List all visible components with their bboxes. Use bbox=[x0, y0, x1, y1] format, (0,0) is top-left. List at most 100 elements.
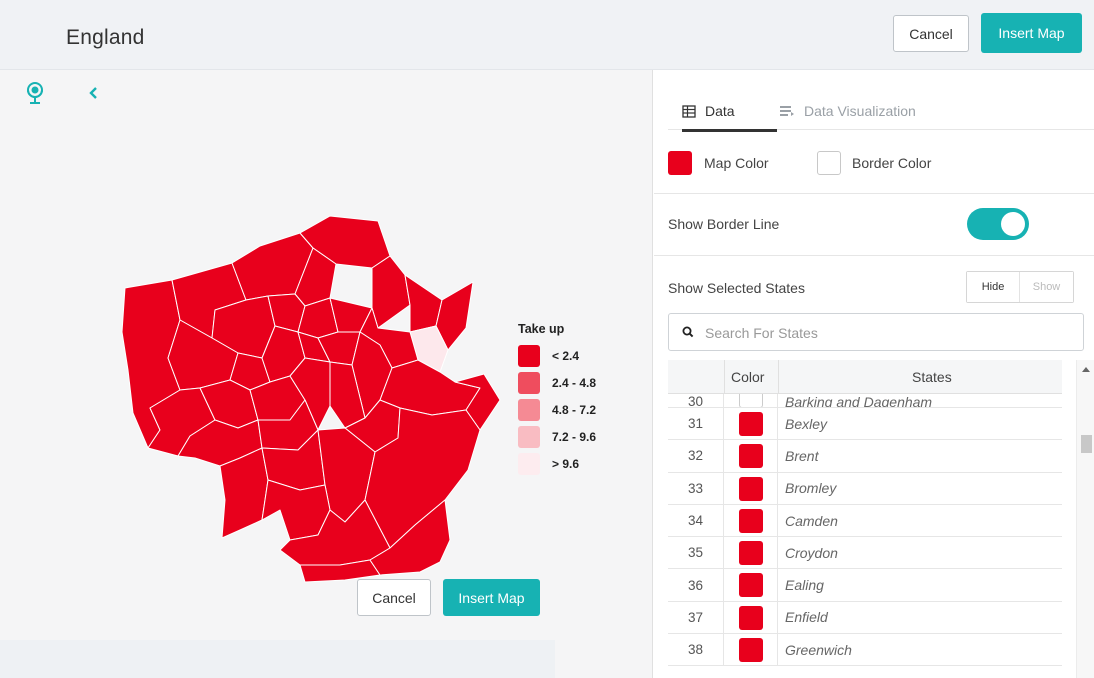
legend-swatch bbox=[518, 371, 540, 394]
border-line-row: Show Border Line bbox=[654, 194, 1094, 256]
color-cell bbox=[724, 504, 778, 537]
state-color-swatch[interactable] bbox=[739, 394, 763, 407]
row-number: 30 bbox=[668, 394, 724, 407]
table-row[interactable]: 37 Enfield bbox=[668, 601, 1062, 635]
hide-button[interactable]: Hide bbox=[967, 272, 1019, 302]
table-row[interactable]: 36 Ealing bbox=[668, 569, 1062, 602]
legend-item: > 9.6 bbox=[518, 450, 596, 477]
table-body: 30 Barking and Dagenham 31 Bexley 32 Brent 33 B… bbox=[668, 394, 1062, 667]
legend-title: Take up bbox=[518, 322, 565, 336]
state-color-swatch[interactable] bbox=[739, 444, 763, 469]
table-row[interactable]: 32 Brent bbox=[668, 440, 1062, 473]
legend-item: 7.2 - 9.6 bbox=[518, 423, 596, 450]
panel-tabs: Data Data Visualization bbox=[668, 92, 1094, 132]
color-cell bbox=[724, 634, 778, 666]
bottom-action-bar bbox=[0, 640, 555, 678]
table-icon bbox=[682, 104, 696, 118]
header-bar: England Cancel Insert Map bbox=[0, 0, 1094, 70]
legend-label: 7.2 - 9.6 bbox=[552, 429, 597, 444]
table-row[interactable]: 38 Greenwich bbox=[668, 634, 1062, 667]
state-name: Barking and Dagenham bbox=[785, 394, 933, 408]
state-name: Bromley bbox=[785, 480, 837, 497]
color-cell bbox=[724, 601, 778, 634]
tab-data-label: Data bbox=[705, 103, 735, 119]
state-color-swatch[interactable] bbox=[739, 541, 763, 566]
row-number: 32 bbox=[668, 440, 724, 472]
selected-states-row: Show Selected States Hide Show bbox=[654, 256, 1094, 308]
state-color-swatch[interactable] bbox=[739, 508, 763, 533]
row-number: 38 bbox=[668, 634, 724, 666]
state-color-swatch[interactable] bbox=[739, 605, 763, 630]
table-row[interactable]: 35 Croydon bbox=[668, 537, 1062, 570]
state-color-swatch[interactable] bbox=[739, 638, 763, 663]
state-name: Bexley bbox=[785, 415, 828, 432]
state-name: Camden bbox=[785, 512, 838, 529]
row-number: 37 bbox=[668, 601, 724, 634]
color-cell bbox=[724, 569, 778, 601]
cancel-button[interactable]: Cancel bbox=[893, 15, 969, 52]
toggle-knob bbox=[1001, 212, 1025, 236]
tab-data-visualization-label: Data Visualization bbox=[804, 103, 916, 119]
insert-map-button[interactable]: Insert Map bbox=[981, 13, 1082, 53]
map-legend: Take up < 2.4 2.4 - 4.8 4.8 - 7.2 7.2 - 9.6… bbox=[518, 322, 596, 477]
scroll-up-arrow[interactable] bbox=[1082, 367, 1090, 372]
search-icon bbox=[682, 326, 694, 338]
row-number: 34 bbox=[668, 504, 724, 537]
color-cell bbox=[724, 472, 778, 504]
color-cell bbox=[724, 537, 778, 569]
column-header-color: Color bbox=[731, 369, 765, 385]
state-name: Greenwich bbox=[785, 641, 852, 658]
column-header-states: States bbox=[912, 369, 952, 385]
table-scrollbar[interactable] bbox=[1076, 360, 1094, 678]
bottom-insert-map-button[interactable]: Insert Map bbox=[443, 579, 540, 616]
row-number: 33 bbox=[668, 472, 724, 504]
color-cell bbox=[724, 408, 778, 440]
page-title: England bbox=[66, 26, 145, 49]
color-settings-row: Map Color Border Color bbox=[654, 132, 1094, 194]
state-color-swatch[interactable] bbox=[739, 412, 763, 436]
globe-icon[interactable] bbox=[24, 81, 46, 105]
legend-swatch bbox=[518, 425, 540, 448]
state-color-swatch[interactable] bbox=[739, 476, 763, 501]
legend-item: < 2.4 bbox=[518, 342, 596, 369]
map-color-label: Map Color bbox=[704, 155, 769, 171]
search-input[interactable] bbox=[705, 322, 1065, 344]
legend-swatch bbox=[518, 452, 540, 475]
scroll-thumb[interactable] bbox=[1081, 435, 1092, 453]
state-name: Ealing bbox=[785, 577, 824, 594]
tab-data[interactable]: Data bbox=[682, 92, 777, 132]
legend-item: 4.8 - 7.2 bbox=[518, 396, 596, 423]
bottom-cancel-button[interactable]: Cancel bbox=[357, 579, 431, 616]
legend-label: > 9.6 bbox=[552, 456, 580, 471]
state-color-swatch[interactable] bbox=[739, 573, 763, 598]
legend-swatch bbox=[518, 344, 540, 367]
map-pane: Take up < 2.4 2.4 - 4.8 4.8 - 7.2 7.2 - 9.6… bbox=[0, 70, 653, 678]
state-name: Brent bbox=[785, 447, 819, 464]
table-row[interactable]: 31 Bexley bbox=[668, 408, 1062, 441]
table-row[interactable]: 30 Barking and Dagenham bbox=[668, 394, 1062, 408]
row-number: 35 bbox=[668, 537, 724, 569]
table-row[interactable]: 34 Camden bbox=[668, 504, 1062, 538]
color-cell bbox=[724, 394, 778, 407]
legend-swatch bbox=[518, 398, 540, 421]
map-color-swatch[interactable] bbox=[668, 151, 692, 175]
border-line-toggle[interactable] bbox=[967, 208, 1029, 240]
hide-show-toggle: Hide Show bbox=[966, 271, 1074, 303]
tab-data-visualization[interactable]: Data Visualization bbox=[780, 92, 916, 130]
table-header: Color States bbox=[668, 360, 1062, 394]
states-table: Color States 30 Barking and Dagenham 31 Bex… bbox=[668, 360, 1094, 678]
legend-label: < 2.4 bbox=[552, 348, 580, 363]
border-color-swatch[interactable] bbox=[817, 151, 841, 175]
settings-panel: Data Data Visualization Map Color Border… bbox=[654, 70, 1094, 678]
state-name: Enfield bbox=[785, 609, 828, 626]
legend-label: 2.4 - 4.8 bbox=[552, 375, 597, 390]
show-button[interactable]: Show bbox=[1019, 272, 1073, 302]
chevron-left-icon[interactable] bbox=[88, 86, 100, 100]
show-selected-states-label: Show Selected States bbox=[668, 280, 805, 296]
map-region-waltham bbox=[371, 255, 411, 329]
show-border-line-label: Show Border Line bbox=[668, 216, 780, 232]
table-row[interactable]: 33 Bromley bbox=[668, 472, 1062, 505]
search-states bbox=[668, 313, 1084, 351]
legend-label: 4.8 - 7.2 bbox=[552, 402, 597, 417]
row-number: 36 bbox=[668, 569, 724, 601]
